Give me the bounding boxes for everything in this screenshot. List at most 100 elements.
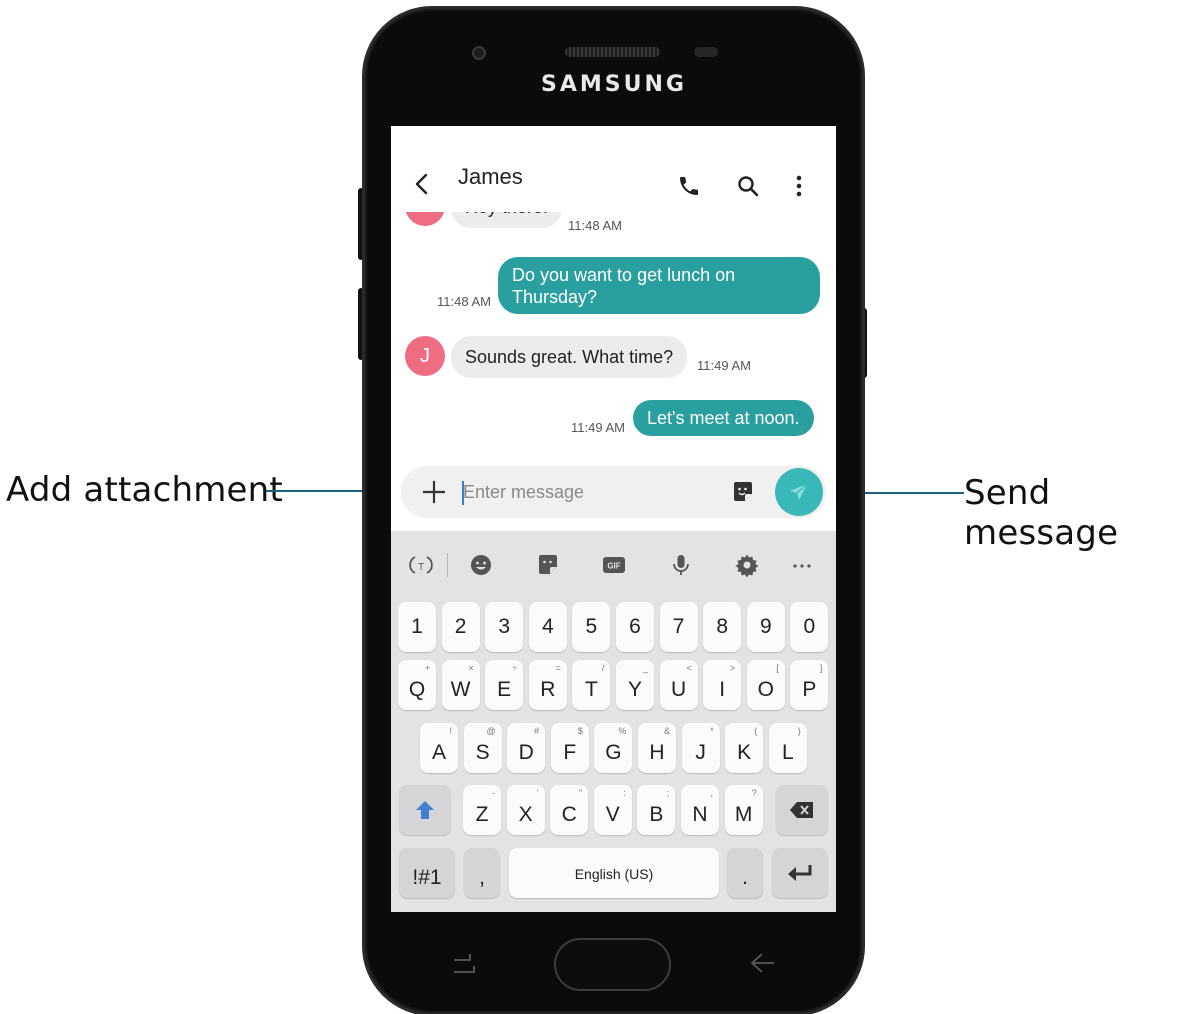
message-list[interactable]: Hey there! 11:48 AM 11:48 AM Do you want…: [391, 212, 836, 462]
key-secondary-label: [: [776, 663, 779, 673]
backspace-key[interactable]: [776, 785, 828, 835]
brand-logo: SAMSUNG: [541, 72, 687, 97]
comma-label: ,: [479, 866, 485, 889]
avatar: [405, 212, 445, 226]
key-label: 1: [411, 615, 423, 638]
space-key[interactable]: English (US): [509, 848, 719, 898]
key[interactable]: ÷ E: [485, 660, 524, 710]
message-time: 11:49 AM: [697, 358, 751, 373]
message-text-line: Thursday?: [512, 287, 598, 307]
sticker-icon[interactable]: [536, 553, 560, 577]
back-arrow-icon[interactable]: [748, 950, 776, 976]
key-label: 9: [759, 615, 772, 638]
key-secondary-label: $: [577, 726, 583, 736]
message-outgoing[interactable]: Let's meet at noon.: [633, 400, 814, 436]
key[interactable]: (K: [725, 723, 764, 773]
key[interactable]: ] P: [790, 660, 829, 710]
key[interactable]: $ F: [550, 723, 589, 773]
callout-add-attachment: Add attachment: [6, 470, 283, 510]
sticker-icon[interactable]: [731, 480, 755, 504]
key[interactable]: ; B: [637, 785, 676, 835]
key[interactable]: ! A: [420, 723, 458, 773]
message-outgoing[interactable]: Do you want to get lunch on Thursday?: [498, 257, 820, 314]
key-label: F: [563, 741, 577, 764]
key-label: E: [497, 678, 512, 701]
comma-key[interactable]: ,: [464, 848, 500, 898]
key[interactable]: [O: [746, 660, 785, 710]
key[interactable]: @ S: [463, 723, 502, 773]
key[interactable]: 6: [616, 602, 654, 652]
key-secondary-label: /: [601, 663, 605, 673]
key-label: 4: [541, 615, 554, 638]
key[interactable]: 1: [398, 602, 436, 652]
translate-icon[interactable]: T: [409, 553, 433, 577]
chevron-left-icon[interactable]: [411, 172, 433, 196]
key[interactable]: + Q: [398, 660, 436, 710]
home-button[interactable]: [554, 938, 671, 991]
key-label: W: [450, 678, 471, 701]
key[interactable]: < U: [659, 660, 698, 710]
key[interactable]: ,N: [681, 785, 719, 835]
more-horizontal-icon[interactable]: [790, 553, 814, 577]
symbols-key[interactable]: !#1: [399, 848, 455, 898]
key-secondary-label: =: [555, 663, 561, 673]
toolbar-divider: [447, 553, 448, 577]
period-key[interactable]: .: [727, 848, 763, 898]
key-secondary-label: ;: [666, 788, 670, 798]
key-label: 0: [803, 615, 816, 638]
settings-icon[interactable]: [735, 553, 759, 577]
symbols-label: !#1: [412, 866, 442, 889]
contact-name[interactable]: James: [458, 164, 523, 190]
key[interactable]: " C: [550, 785, 589, 835]
key-secondary-label: @: [486, 726, 496, 736]
key[interactable]: 3: [485, 602, 524, 652]
key[interactable]: 4: [528, 602, 567, 652]
key[interactable]: 8: [703, 602, 742, 652]
key[interactable]: -Z: [463, 785, 501, 835]
key-label: J: [695, 741, 706, 764]
key-label: P: [802, 678, 817, 701]
phone-icon[interactable]: [677, 174, 701, 198]
key[interactable]: & H: [638, 723, 676, 773]
emoji-icon[interactable]: [469, 553, 493, 577]
key[interactable]: % G: [594, 723, 633, 773]
key-label: A: [431, 741, 446, 764]
key[interactable]: > I: [703, 660, 742, 710]
mic-icon[interactable]: [669, 553, 693, 577]
gif-icon[interactable]: GIF: [602, 553, 626, 577]
key[interactable]: 7: [659, 602, 698, 652]
plus-icon[interactable]: [421, 479, 447, 505]
more-vertical-icon[interactable]: [787, 174, 811, 198]
message-incoming[interactable]: Sounds great. What time?: [451, 336, 688, 378]
key[interactable]: 9: [746, 602, 785, 652]
key[interactable]: :V: [593, 785, 632, 835]
key-label: I: [719, 678, 726, 701]
message-input[interactable]: [463, 476, 718, 508]
key[interactable]: × W: [441, 660, 480, 710]
send-button[interactable]: [775, 468, 823, 516]
key[interactable]: ' X: [506, 785, 545, 835]
key[interactable]: 2: [441, 602, 480, 652]
key-label: 2: [454, 615, 467, 638]
key[interactable]: _ Y: [616, 660, 654, 710]
shift-key[interactable]: [399, 785, 451, 835]
key-secondary-label: ): [797, 726, 801, 736]
key-secondary-label: _: [642, 663, 648, 673]
key[interactable]: / T: [572, 660, 611, 710]
key[interactable]: # D: [507, 723, 546, 773]
search-icon[interactable]: [736, 174, 760, 198]
enter-key[interactable]: [772, 848, 828, 898]
key-label: H: [649, 741, 665, 764]
key[interactable]: 0: [790, 602, 829, 652]
key-secondary-label: ]: [819, 663, 823, 673]
key[interactable]: = R: [528, 660, 567, 710]
key[interactable]: ) L: [768, 723, 807, 773]
message-incoming[interactable]: Hey there!: [451, 212, 563, 228]
recent-apps-icon[interactable]: [450, 950, 478, 976]
key[interactable]: ? M: [724, 785, 763, 835]
key-label: Z: [475, 803, 489, 826]
key[interactable]: 5: [572, 602, 611, 652]
avatar[interactable]: J: [405, 336, 445, 376]
key[interactable]: * J: [681, 723, 720, 773]
key-label: 3: [498, 615, 511, 638]
